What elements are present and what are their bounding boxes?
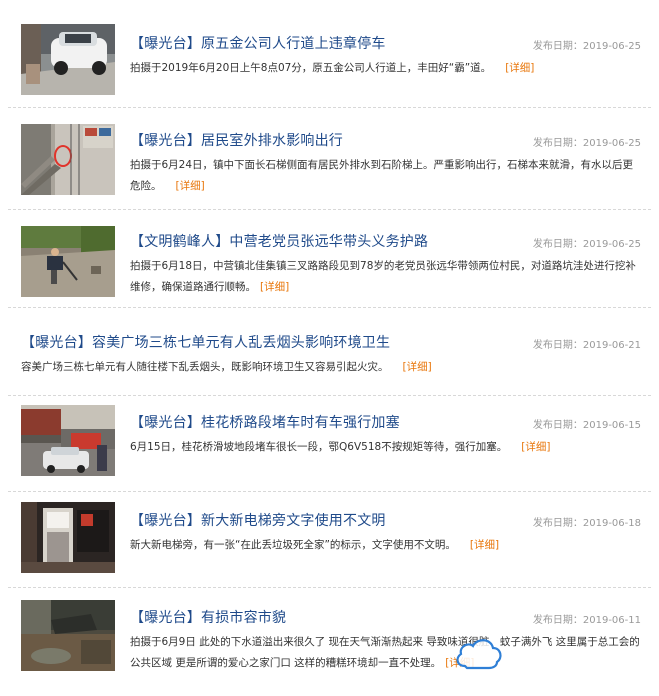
cloud-icon	[453, 634, 505, 674]
publish-date: 发布日期：2019-06-21	[532, 340, 641, 351]
news-item[interactable]: 【曝光台】有损市容市貌 发布日期：2019-06-11 拍摄于6月9日 此处的下…	[0, 588, 659, 696]
summary-text: 容美广场三栋七单元有人随往楼下乱丢烟头，既影响环境卫生又容易引起火灾。	[21, 361, 389, 373]
news-title-link[interactable]: 【曝光台】容美广场三栋七单元有人乱丢烟头影响环境卫生	[21, 332, 390, 352]
news-title-link[interactable]: 【曝光台】桂花桥路段堵车时有车强行加塞	[130, 412, 400, 432]
detail-link[interactable]: [详细]	[521, 441, 550, 453]
news-title-link[interactable]: 【曝光台】新大新电梯旁文字使用不文明	[130, 510, 386, 530]
publish-date: 发布日期：2019-06-25	[532, 239, 641, 250]
publish-date: 发布日期：2019-06-11	[532, 615, 641, 626]
news-thumbnail[interactable]	[21, 405, 115, 476]
news-item[interactable]: 【曝光台】容美广场三栋七单元有人乱丢烟头影响环境卫生 发布日期：2019-06-…	[0, 308, 659, 396]
news-summary: 拍摄于6月24日，镇中下面长石梯侧面有居民外排水到石阶梯上。严重影响出行，石梯本…	[130, 155, 636, 197]
detail-link[interactable]: [详细]	[505, 62, 534, 74]
news-thumbnail[interactable]	[21, 24, 115, 95]
news-title-link[interactable]: 【曝光台】原五金公司人行道上违章停车	[130, 33, 386, 53]
news-summary: 拍摄于6月9日 此处的下水道溢出来很久了 现在天气渐渐热起来 导致味道很脏、蚊子…	[130, 632, 640, 674]
news-title-link[interactable]: 【文明鹤峰人】中营老党员张远华带头义务护路	[130, 231, 428, 251]
news-thumbnail[interactable]	[21, 226, 115, 297]
news-item[interactable]: 【文明鹤峰人】中营老党员张远华带头义务护路 发布日期：2019-06-25 拍摄…	[0, 210, 659, 308]
news-summary: 拍摄于2019年6月20日上午8点07分，原五金公司人行道上，丰田好“霸”道。 […	[130, 58, 640, 79]
detail-link[interactable]: [详细]	[176, 180, 205, 192]
summary-text: 拍摄于6月24日，镇中下面长石梯侧面有居民外排水到石阶梯上。严重影响出行，石梯本…	[130, 159, 634, 192]
news-summary: 拍摄于6月18日，中营镇北佳集镇三叉路路段见到78岁的老党员张远华带领两位村民，…	[130, 256, 636, 298]
publish-date: 发布日期：2019-06-15	[532, 420, 641, 431]
news-thumbnail[interactable]	[21, 502, 115, 573]
news-summary: 新大新电梯旁，有一张“在此丢垃圾死全家”的标示，文字使用不文明。 [详细]	[130, 535, 636, 556]
summary-text: 拍摄于6月18日，中营镇北佳集镇三叉路路段见到78岁的老党员张远华带领两位村民，…	[130, 260, 636, 293]
news-thumbnail[interactable]	[21, 600, 115, 671]
news-title-link[interactable]: 【曝光台】有损市容市貌	[130, 607, 286, 627]
detail-link[interactable]: [详细]	[403, 361, 432, 373]
news-item[interactable]: 【曝光台】原五金公司人行道上违章停车 发布日期：2019-06-25 拍摄于20…	[0, 0, 659, 108]
news-item[interactable]: 【曝光台】新大新电梯旁文字使用不文明 发布日期：2019-06-18 新大新电梯…	[0, 492, 659, 588]
publish-date: 发布日期：2019-06-18	[532, 518, 641, 529]
news-thumbnail[interactable]	[21, 124, 115, 195]
news-item[interactable]: 【曝光台】居民室外排水影响出行 发布日期：2019-06-25 拍摄于6月24日…	[0, 108, 659, 210]
summary-text: 拍摄于2019年6月20日上午8点07分，原五金公司人行道上，丰田好“霸”道。	[130, 62, 492, 74]
summary-text: 新大新电梯旁，有一张“在此丢垃圾死全家”的标示，文字使用不文明。	[130, 539, 456, 551]
publish-date: 发布日期：2019-06-25	[532, 41, 641, 52]
news-item[interactable]: 【曝光台】桂花桥路段堵车时有车强行加塞 发布日期：2019-06-15 6月15…	[0, 396, 659, 492]
summary-text: 6月15日，桂花桥滑坡地段堵车很长一段，鄂Q6V518不按规矩等待，强行加塞。	[130, 441, 508, 453]
detail-link[interactable]: [详细]	[470, 539, 499, 551]
news-summary: 容美广场三栋七单元有人随往楼下乱丢烟头，既影响环境卫生又容易引起火灾。 [详细]	[21, 357, 621, 378]
summary-text: 拍摄于6月9日 此处的下水道溢出来很久了 现在天气渐渐热起来 导致味道很脏、蚊子…	[130, 636, 640, 669]
detail-link[interactable]: [详细]	[260, 281, 289, 293]
news-summary: 6月15日，桂花桥滑坡地段堵车很长一段，鄂Q6V518不按规矩等待，强行加塞。 […	[130, 437, 636, 458]
publish-date: 发布日期：2019-06-25	[532, 138, 641, 149]
news-title-link[interactable]: 【曝光台】居民室外排水影响出行	[130, 130, 343, 150]
